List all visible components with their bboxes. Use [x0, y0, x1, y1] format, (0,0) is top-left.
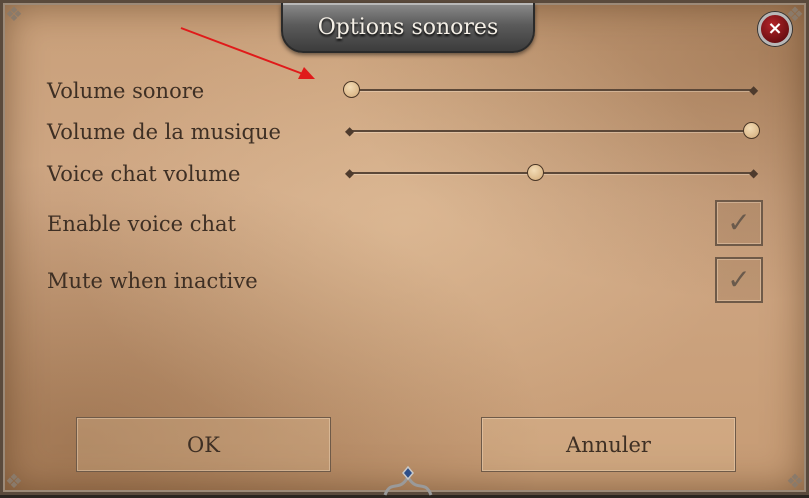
ok-button[interactable]: OK	[76, 417, 331, 472]
checkmark-icon: ✓	[727, 206, 751, 239]
slider-end-cap-icon: ◆	[345, 124, 355, 138]
slider-track	[349, 172, 753, 174]
enable-voice-chat-label: Enable voice chat	[47, 212, 236, 236]
mute-when-inactive-label: Mute when inactive	[47, 269, 258, 293]
ornament-corner-icon: ❖	[5, 2, 23, 26]
bottom-ornament-icon	[383, 465, 433, 496]
checkmark-icon: ✓	[727, 263, 751, 296]
voice-chat-volume-slider[interactable]: ◆ ◆	[345, 163, 759, 183]
voice-chat-volume-label: Voice chat volume	[47, 162, 241, 186]
dialog-title-plate: Options sonores	[281, 3, 535, 53]
enable-voice-chat-checkbox[interactable]: ✓	[715, 200, 763, 246]
music-volume-slider[interactable]: ◆ ◆	[345, 121, 760, 141]
close-icon: ×	[767, 18, 783, 39]
slider-track	[349, 89, 753, 91]
sound-options-dialog: ❖ ❖ ❖ ❖ Options sonores × Volume sonore …	[0, 0, 809, 496]
close-button[interactable]: ×	[758, 12, 792, 46]
slider-handle[interactable]	[527, 164, 544, 181]
slider-handle[interactable]	[343, 81, 360, 98]
cancel-button[interactable]: Annuler	[481, 417, 736, 472]
ornament-corner-icon: ❖	[5, 469, 23, 493]
slider-end-cap-icon: ◆	[749, 83, 759, 97]
slider-handle[interactable]	[743, 122, 760, 139]
slider-end-cap-icon: ◆	[749, 166, 759, 180]
music-volume-label: Volume de la musique	[47, 120, 281, 144]
mute-when-inactive-checkbox[interactable]: ✓	[715, 257, 763, 303]
dialog-title: Options sonores	[317, 14, 499, 40]
sound-volume-slider[interactable]: ◆ ◆	[343, 80, 759, 100]
slider-track	[349, 130, 753, 132]
slider-end-cap-icon: ◆	[345, 166, 355, 180]
ornament-corner-icon: ❖	[786, 469, 804, 493]
sound-volume-label: Volume sonore	[47, 79, 205, 103]
